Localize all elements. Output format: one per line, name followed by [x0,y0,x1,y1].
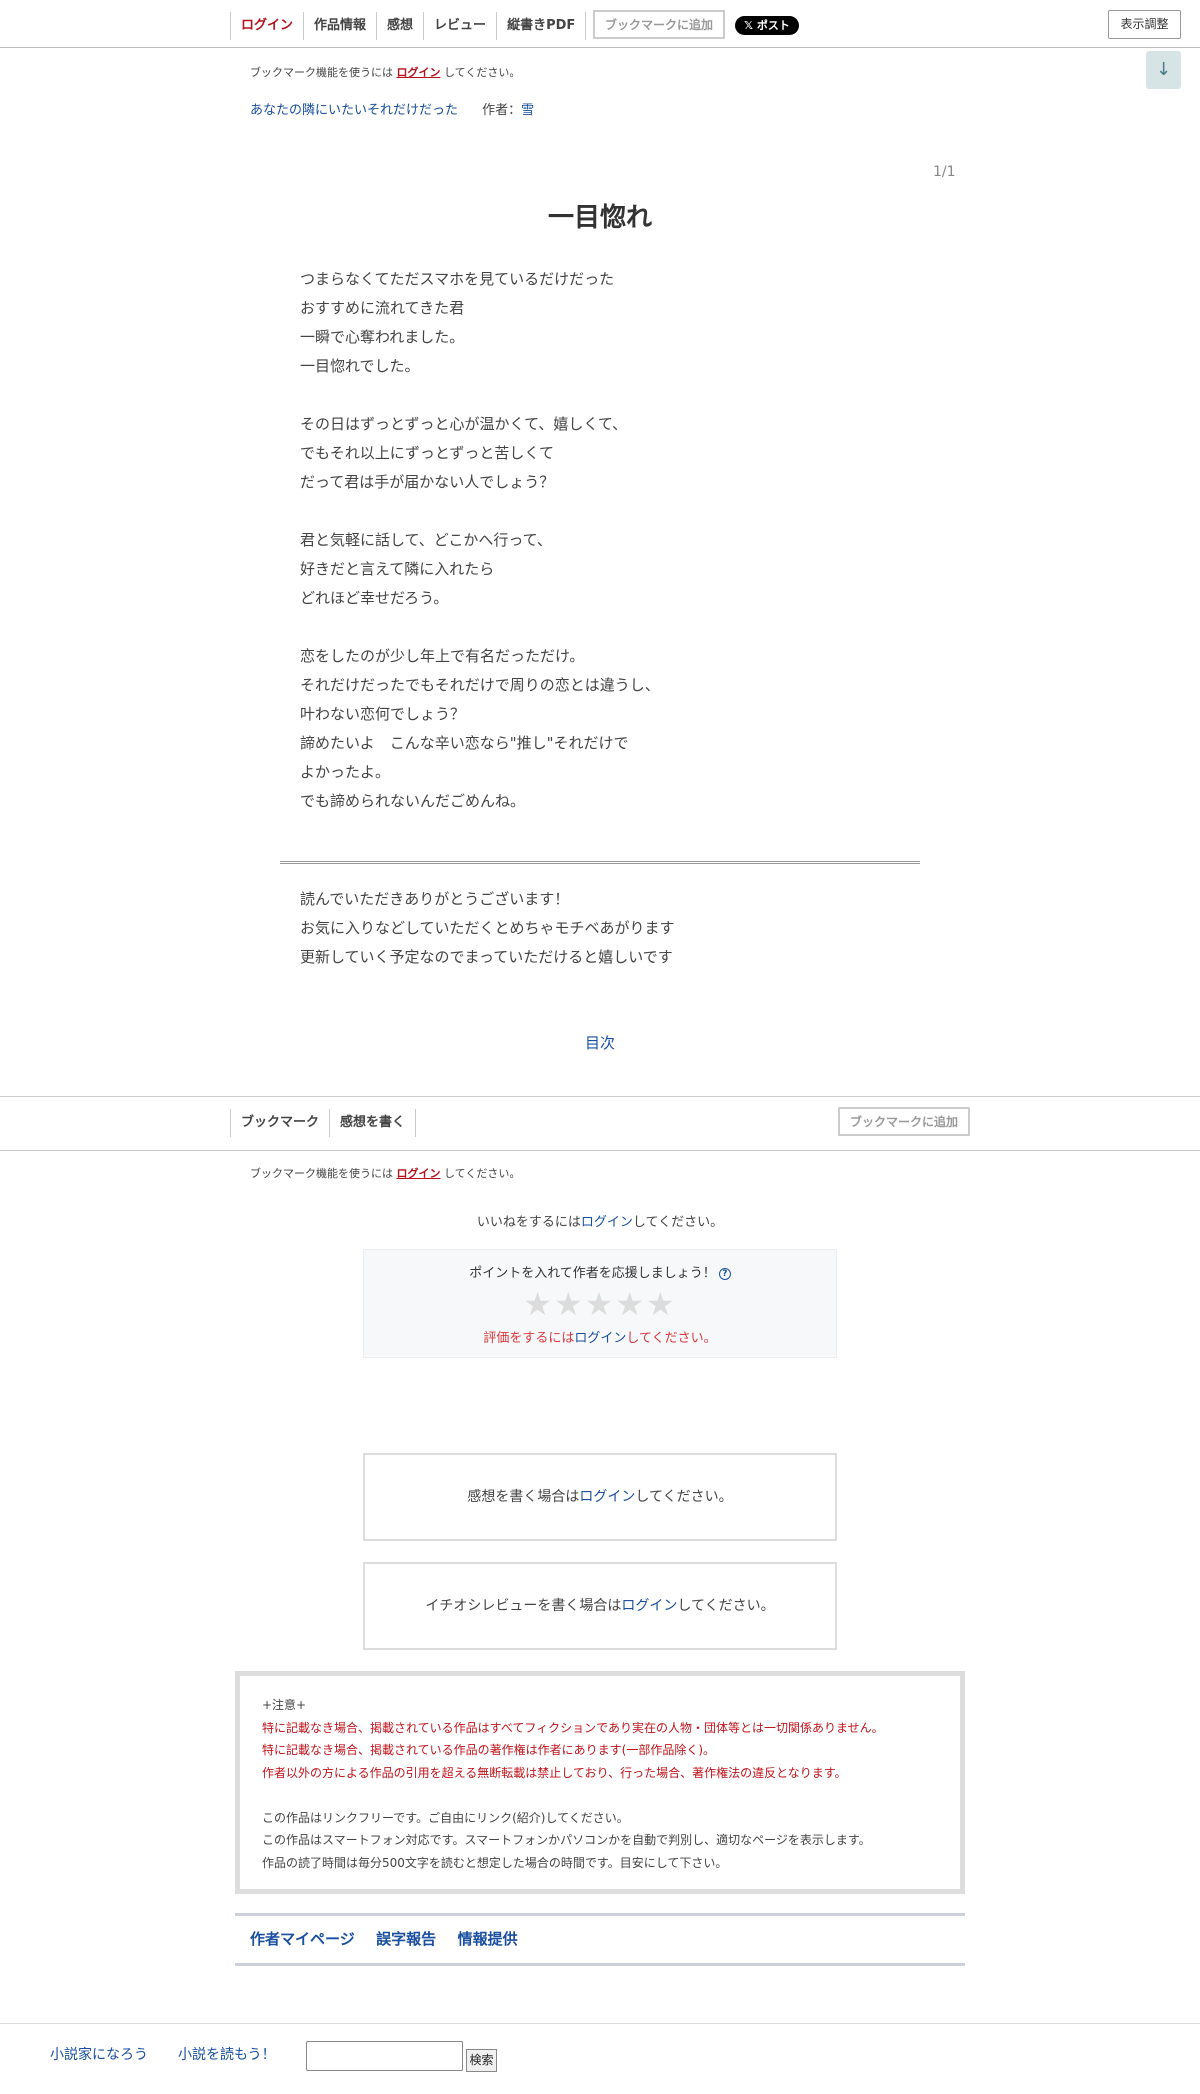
bookmark-note-text-after: してください。 [444,66,521,79]
body-line: だって君は手が届かない人でしょう？ [300,473,555,491]
impression-note-text: 感想を書く場合は [467,1489,580,1505]
body-line: 一目惚れでした。 [300,357,420,375]
review-login-link[interactable]: ログイン [621,1598,677,1614]
afterword-line: お気に入りなどしていただくとめちゃモチベあがります [300,919,675,937]
bookmark-note-text-after: してください。 [444,1167,521,1180]
chapter-title: 一目惚れ [547,203,652,233]
afterword-line: 更新していく予定なのでまっていただけると嬉しいです [300,948,673,966]
typo-report-link[interactable]: 誤字報告 [376,1916,436,1963]
scroll-down-button[interactable]: ↓ [1146,51,1181,89]
bookmark-note-login-link[interactable]: ログイン [397,66,441,79]
body-line: でもそれ以上にずっとずっと苦しくて [300,444,554,462]
like-login-note: いいねをするにはログインしてください。 [0,1211,1200,1230]
help-icon[interactable]: ? [718,1268,731,1280]
body-line: よかったよ。 [300,763,391,781]
body-line: 君と気軽に話して、どこかへ行って、 [300,531,552,549]
series-title-link[interactable]: あなたの隣にいたいそれだけだった [250,103,458,118]
body-line: 好きだと言えて隣に入れたら [300,560,495,578]
notice-line: この作品はリンクフリーです。ご自由にリンク(紹介)してください。 [262,1810,629,1825]
impression-login-box: 感想を書く場合はログインしてください。 [363,1453,837,1541]
body-line: つまらなくてただスマホを見ているだけだった [300,270,615,288]
like-note-text: いいねをするには [476,1215,581,1230]
add-bookmark-button[interactable]: ブックマークに追加 [593,10,726,39]
bookmark-note-text: ブックマーク機能を使うには [250,66,393,79]
top-nav-links: ログイン 作品情報 感想 レビュー 縦書きPDF [230,12,587,40]
bookmark-login-note-bottom: ブックマーク機能を使うには ログイン してください。 [250,1165,520,1181]
search-button[interactable]: 検索 [466,2049,497,2072]
body-line: でも諦められないんだごめんね。 [300,792,526,810]
body-line: おすすめに流れてきた君 [300,299,465,317]
bookmark-note-text: ブックマーク機能を使うには [250,1167,393,1180]
nav-write-impression-link[interactable]: 感想を書く [330,1109,417,1137]
x-post-button[interactable]: 𝕏 ポスト [735,16,799,35]
rating-login-note: 評価をするにはログインしてください。 [364,1327,836,1346]
toc-container: 目次 [0,1032,1200,1053]
notice-line: この作品はスマートフォン対応です。スマートフォンかパソコンかを自動で判別し、適切… [262,1833,871,1847]
notice-red-line: 特に記載なき場合、掲載されている作品の著作権は作者にあります(一部作品除く)。 [262,1743,716,1757]
search-input[interactable] [306,2041,463,2071]
notice-box: +注意+ 特に記載なき場合、掲載されている作品はすべてフィクションであり実在の人… [235,1671,965,1894]
body-line [300,613,920,642]
body-line: どれほど幸せだろう。 [300,589,449,607]
notice-header: +注意+ [262,1698,307,1712]
author-link[interactable]: 雪 [521,103,534,118]
arrow-down-icon: ↓ [1155,59,1172,80]
author-links-bar: 作者マイページ 誤字報告 情報提供 [235,1913,965,1966]
review-note-text-after: してください。 [677,1598,775,1614]
bookmark-login-note: ブックマーク機能を使うには ログイン してください。 [250,64,520,80]
rating-login-link[interactable]: ログイン [574,1331,626,1346]
add-bookmark-button-bottom[interactable]: ブックマークに追加 [838,1107,971,1136]
nav-reviews-link[interactable]: レビュー [424,12,498,40]
star-rating[interactable]: ★★★★★ [364,1287,836,1321]
nav-bookmark-link[interactable]: ブックマーク [231,1109,331,1137]
impression-login-link[interactable]: ログイン [579,1489,635,1505]
point-title: ポイントを入れて作者を応援しましょう！? [364,1262,836,1281]
author-mypage-link[interactable]: 作者マイページ [250,1916,355,1963]
table-of-contents-link[interactable]: 目次 [585,1034,615,1052]
rating-note-text-after: してください。 [626,1331,717,1346]
like-login-link[interactable]: ログイン [581,1215,633,1230]
impression-note-text-after: してください。 [635,1489,733,1505]
bookmark-note-login-link[interactable]: ログイン [397,1167,441,1180]
body-line [300,497,920,526]
body-line: 恋をしたのが少し年上で有名だっただけ。 [300,647,585,665]
nav-work-info-link[interactable]: 作品情報 [304,12,378,40]
page-counter: 1/1 [933,164,956,180]
footer-narou-link[interactable]: 小説家になろう [50,2044,148,2064]
series-info: あなたの隣にいたいそれだけだった 作者：雪 [250,99,534,118]
rating-note-text: 評価をするには [483,1331,575,1346]
point-rating-box: ポイントを入れて作者を応援しましょう！? ★★★★★ 評価をするにはログインして… [363,1249,837,1358]
review-login-box: イチオシレビューを書く場合はログインしてください。 [363,1562,837,1650]
display-settings-button[interactable]: 表示調整 [1108,10,1181,39]
notice-red-line: 特に記載なき場合、掲載されている作品はすべてフィクションであり実在の人物・団体等… [262,1720,884,1735]
footer: 小説家になろう 小説を読もう！ 検索 [0,2023,1200,2094]
top-navigation: ログイン 作品情報 感想 レビュー 縦書きPDF ブックマークに追加 𝕏 ポスト… [0,0,1200,48]
like-note-text-after: してください。 [632,1215,724,1230]
info-report-link[interactable]: 情報提供 [458,1916,518,1963]
notice-red-line: 作者以外の方による作品の引用を超える無断転載は禁止しており、行った場合、著作権法… [262,1765,847,1780]
nav-vertical-pdf-link[interactable]: 縦書きPDF [497,12,587,40]
body-line: 一瞬で心奪われました。 [300,328,465,346]
notice-gap [262,1784,940,1807]
chapter-body: つまらなくてただスマホを見ているだけだった おすすめに流れてきた君 一瞬で心奪わ… [300,265,920,816]
nav-login-link[interactable]: ログイン [231,12,305,40]
author-label: 作者： [482,103,522,118]
bottom-nav-links: ブックマーク 感想を書く [230,1109,417,1137]
notice-line: 作品の読了時間は毎分500文字を読むと想定した場合の時間です。目安にして下さい。 [262,1855,728,1870]
afterword: 読んでいただきありがとうございます！ お気に入りなどしていただくとめちゃモチベあ… [300,885,920,972]
afterword-divider [280,861,920,864]
review-note-text: イチオシレビューを書く場合は [425,1598,622,1614]
body-line: 叶わない恋何でしょう？ [300,705,466,723]
bottom-navigation: ブックマーク 感想を書く ブックマークに追加 [0,1096,1200,1151]
body-line [300,381,920,410]
footer-yomou-link[interactable]: 小説を読もう！ [178,2044,276,2064]
body-line: 諦めたいよ こんな辛い恋なら"推し"それだけで [300,734,629,752]
afterword-line: 読んでいただきありがとうございます！ [300,890,570,908]
nav-impressions-link[interactable]: 感想 [377,12,425,40]
body-line: それだけだったでもそれだけで周りの恋とは違うし、 [300,676,660,694]
point-title-text: ポイントを入れて作者を応援しましょう！ [469,1266,716,1281]
body-line: その日はずっとずっと心が温かくて、嬉しくて、 [300,415,628,433]
